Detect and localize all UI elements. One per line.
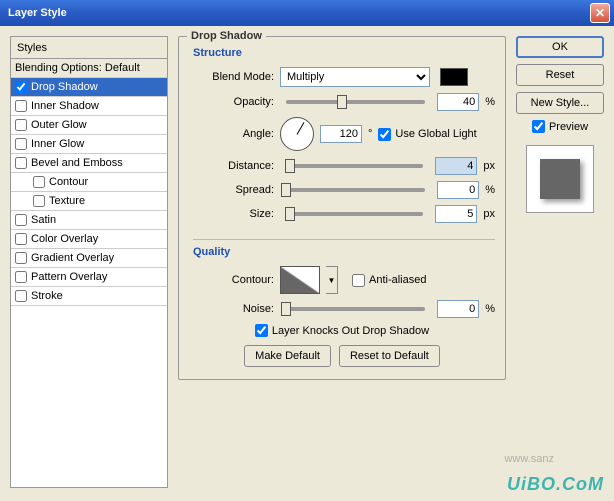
settings-column: Drop Shadow Structure Blend Mode: Multip… <box>178 36 506 488</box>
contour-picker[interactable] <box>280 266 320 294</box>
style-label: Contour <box>49 176 88 188</box>
style-row-blending-options-default[interactable]: Blending Options: Default <box>11 59 167 78</box>
distance-slider[interactable] <box>286 164 423 168</box>
noise-input[interactable] <box>437 300 479 318</box>
style-checkbox[interactable] <box>15 157 27 169</box>
size-slider[interactable] <box>286 212 423 216</box>
style-row-contour[interactable]: Contour <box>11 173 167 192</box>
spread-slider[interactable] <box>286 188 425 192</box>
distance-input[interactable] <box>435 157 477 175</box>
style-checkbox[interactable] <box>15 233 27 245</box>
style-row-satin[interactable]: Satin <box>11 211 167 230</box>
style-label: Inner Glow <box>31 138 84 150</box>
reset-default-button[interactable]: Reset to Default <box>339 345 440 367</box>
style-row-inner-shadow[interactable]: Inner Shadow <box>11 97 167 116</box>
contour-dropdown-icon[interactable]: ▼ <box>326 266 338 294</box>
reset-button[interactable]: Reset <box>516 64 604 86</box>
distance-label: Distance: <box>189 160 274 172</box>
quality-title: Quality <box>193 239 495 258</box>
noise-slider[interactable] <box>286 307 425 311</box>
opacity-unit: % <box>485 96 495 108</box>
style-label: Satin <box>31 214 56 226</box>
style-label: Bevel and Emboss <box>31 157 123 169</box>
right-column: OK Reset New Style... Preview <box>516 36 604 488</box>
panel-title: Drop Shadow <box>187 30 266 42</box>
style-label: Stroke <box>31 290 63 302</box>
style-checkbox[interactable] <box>15 214 27 226</box>
make-default-button[interactable]: Make Default <box>244 345 331 367</box>
style-checkbox[interactable] <box>15 100 27 112</box>
size-unit: px <box>483 208 495 220</box>
title-text: Layer Style <box>8 7 67 19</box>
style-row-texture[interactable]: Texture <box>11 192 167 211</box>
style-label: Pattern Overlay <box>31 271 107 283</box>
close-button[interactable]: ✕ <box>590 3 610 23</box>
style-checkbox[interactable] <box>15 252 27 264</box>
style-checkbox[interactable] <box>15 81 27 93</box>
knocks-out-checkbox[interactable]: Layer Knocks Out Drop Shadow <box>255 324 429 337</box>
angle-label: Angle: <box>189 128 274 140</box>
style-label: Blending Options: Default <box>15 62 140 74</box>
blend-mode-select[interactable]: Multiply <box>280 67 430 87</box>
style-checkbox[interactable] <box>15 290 27 302</box>
styles-list: Blending Options: Default Drop Shadow Inne… <box>10 58 168 488</box>
style-row-gradient-overlay[interactable]: Gradient Overlay <box>11 249 167 268</box>
noise-label: Noise: <box>189 303 274 315</box>
preview-checkbox[interactable]: Preview <box>516 120 604 133</box>
titlebar: Layer Style ✕ <box>0 0 614 26</box>
angle-unit: ° <box>368 128 372 140</box>
style-label: Color Overlay <box>31 233 98 245</box>
spread-unit: % <box>485 184 495 196</box>
ok-button[interactable]: OK <box>516 36 604 58</box>
angle-dial[interactable] <box>280 117 314 151</box>
new-style-button[interactable]: New Style... <box>516 92 604 114</box>
distance-unit: px <box>483 160 495 172</box>
styles-header: Styles <box>10 36 168 58</box>
angle-input[interactable] <box>320 125 362 143</box>
style-checkbox[interactable] <box>33 195 45 207</box>
preview-box <box>526 145 594 213</box>
size-input[interactable] <box>435 205 477 223</box>
color-swatch[interactable] <box>440 68 468 86</box>
style-checkbox[interactable] <box>33 176 45 188</box>
spread-label: Spread: <box>189 184 274 196</box>
antialiased-checkbox[interactable]: Anti-aliased <box>352 274 426 287</box>
contour-label: Contour: <box>189 274 274 286</box>
opacity-label: Opacity: <box>189 96 274 108</box>
opacity-input[interactable] <box>437 93 479 111</box>
drop-shadow-group: Drop Shadow Structure Blend Mode: Multip… <box>178 36 506 380</box>
styles-column: Styles Blending Options: Default Drop Sha… <box>10 36 168 488</box>
style-label: Gradient Overlay <box>31 252 114 264</box>
style-row-stroke[interactable]: Stroke <box>11 287 167 306</box>
structure-title: Structure <box>193 47 495 59</box>
spread-input[interactable] <box>437 181 479 199</box>
style-label: Texture <box>49 195 85 207</box>
style-row-bevel-and-emboss[interactable]: Bevel and Emboss <box>11 154 167 173</box>
style-checkbox[interactable] <box>15 271 27 283</box>
style-row-color-overlay[interactable]: Color Overlay <box>11 230 167 249</box>
style-label: Outer Glow <box>31 119 87 131</box>
style-label: Inner Shadow <box>31 100 99 112</box>
blend-mode-label: Blend Mode: <box>189 71 274 83</box>
opacity-slider[interactable] <box>286 100 425 104</box>
style-checkbox[interactable] <box>15 138 27 150</box>
style-row-drop-shadow[interactable]: Drop Shadow <box>11 78 167 97</box>
style-label: Drop Shadow <box>31 81 98 93</box>
style-row-inner-glow[interactable]: Inner Glow <box>11 135 167 154</box>
preview-swatch <box>540 159 580 199</box>
noise-unit: % <box>485 303 495 315</box>
style-checkbox[interactable] <box>15 119 27 131</box>
size-label: Size: <box>189 208 274 220</box>
global-light-checkbox[interactable]: Use Global Light <box>378 128 476 141</box>
style-row-pattern-overlay[interactable]: Pattern Overlay <box>11 268 167 287</box>
style-row-outer-glow[interactable]: Outer Glow <box>11 116 167 135</box>
